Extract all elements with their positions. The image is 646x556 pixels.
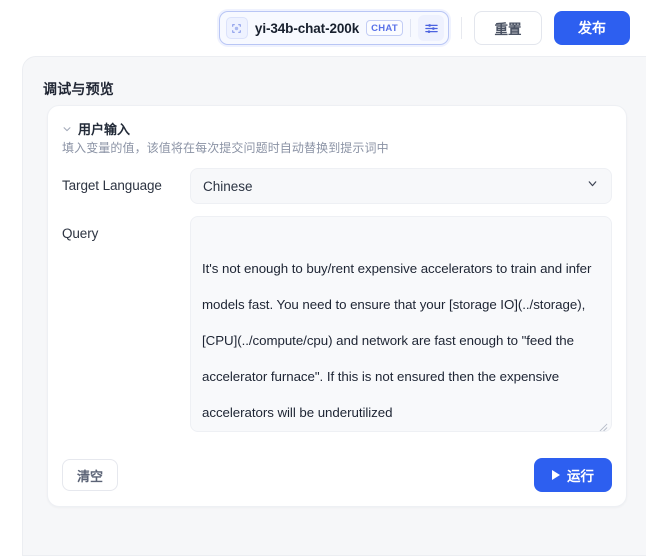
model-params-button[interactable]: [418, 15, 444, 41]
query-label: Query: [62, 226, 99, 241]
play-icon: [552, 470, 560, 480]
section-description: 填入变量的值，该值将在每次提交问题时自动替换到提示词中: [62, 141, 389, 155]
query-text: It's not enough to buy/rent expensive ac…: [202, 261, 596, 420]
query-textarea[interactable]: It's not enough to buy/rent expensive ac…: [190, 216, 612, 432]
debug-preview-panel: 调试与预览 用户输入 填入变量的值，该值将在每次提交问题时自动替换到提示词中 T…: [22, 56, 646, 556]
run-button-label: 运行: [567, 469, 594, 484]
model-cube-icon: [225, 17, 248, 39]
reset-button[interactable]: 重置: [474, 11, 542, 45]
user-input-section-header[interactable]: 用户输入: [62, 119, 130, 138]
clear-button[interactable]: 清空: [62, 459, 119, 491]
publish-button[interactable]: 发布: [554, 11, 630, 45]
target-language-label: Target Language: [62, 178, 162, 193]
run-button[interactable]: 运行: [534, 458, 612, 492]
target-language-field: Chinese: [190, 168, 612, 204]
field-row-target-language: Target Language Chinese: [62, 168, 612, 204]
section-title: 用户输入: [78, 122, 131, 137]
target-language-select[interactable]: Chinese: [190, 168, 612, 204]
panel-title: 调试与预览: [43, 81, 114, 97]
chevron-down-icon[interactable]: [62, 124, 72, 134]
query-field: It's not enough to buy/rent expensive ac…: [190, 216, 612, 432]
model-type-badge: CHAT: [366, 20, 403, 36]
resize-handle-icon[interactable]: [599, 419, 608, 431]
user-input-card: 用户输入 填入变量的值，该值将在每次提交问题时自动替换到提示词中 Target …: [47, 105, 627, 507]
pill-divider: [410, 19, 411, 37]
toolbar-divider: [461, 17, 462, 39]
card-footer: 清空 运行: [62, 458, 612, 492]
model-name: yi-34b-chat-200k: [254, 20, 360, 36]
field-row-query: Query It's not enough to buy/rent expens…: [62, 216, 612, 432]
target-language-value: Chinese: [203, 178, 253, 194]
toolbar-actions: yi-34b-chat-200k CHAT 重置 发布: [218, 11, 630, 45]
top-toolbar: yi-34b-chat-200k CHAT 重置 发布: [0, 0, 646, 56]
input-form: Target Language Chinese Query It's not e…: [62, 168, 612, 444]
model-selector[interactable]: yi-34b-chat-200k CHAT: [218, 11, 449, 45]
chevron-down-icon[interactable]: [586, 177, 599, 195]
